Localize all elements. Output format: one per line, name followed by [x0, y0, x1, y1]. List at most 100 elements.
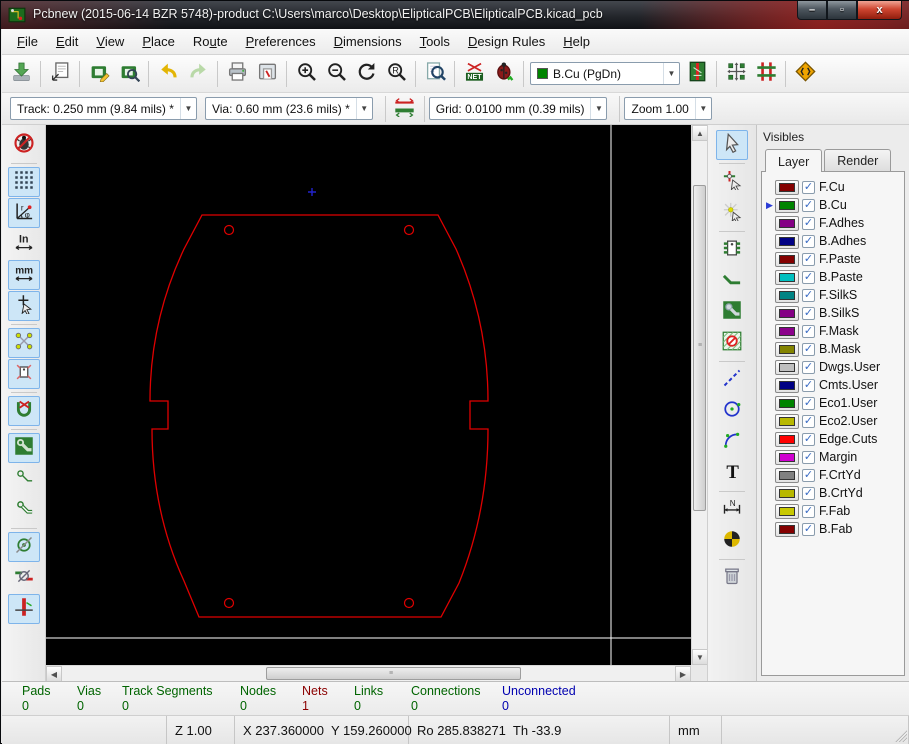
layer-visibility-checkbox[interactable]: ✓ — [802, 378, 815, 392]
horizontal-scrollbar[interactable]: ◀ ≡ ▶ — [46, 665, 691, 682]
layer-row-f-cu[interactable]: ✓ F.Cu — [764, 178, 904, 196]
tool-select[interactable] — [716, 130, 748, 160]
mode-footprint-button[interactable] — [721, 59, 751, 89]
zoom-in-button[interactable] — [291, 59, 321, 89]
netlist-button[interactable]: NET — [459, 59, 489, 89]
redo-button[interactable] — [183, 59, 213, 89]
undo-button[interactable] — [153, 59, 183, 89]
layer-color-button[interactable] — [775, 449, 799, 465]
resize-grip[interactable] — [895, 730, 907, 742]
tool-add-text[interactable]: T — [716, 458, 748, 488]
layer-row-b-crtyd[interactable]: ✓ B.CrtYd — [764, 484, 904, 502]
layer-color-button[interactable] — [775, 521, 799, 537]
layer-visibility-checkbox[interactable]: ✓ — [802, 324, 815, 338]
layer-color-button[interactable] — [775, 323, 799, 339]
menu-file[interactable]: File — [8, 31, 47, 52]
layer-color-button[interactable] — [775, 431, 799, 447]
layer-visibility-checkbox[interactable]: ✓ — [802, 198, 815, 212]
toggle-module-ratsnest[interactable] — [7, 359, 40, 389]
layer-select[interactable]: B.Cu (PgDn) ▼ — [530, 62, 680, 85]
units-inches[interactable]: In — [8, 229, 40, 259]
print-button[interactable] — [222, 59, 252, 89]
tool-add-track[interactable] — [716, 266, 748, 296]
layer-row-f-silks[interactable]: ✓ F.SilkS — [764, 286, 904, 304]
tool-add-arc[interactable] — [716, 427, 748, 457]
menu-edit[interactable]: Edit — [47, 31, 87, 52]
layer-visibility-checkbox[interactable]: ✓ — [802, 468, 815, 482]
pcb-canvas[interactable]: ▲ ≡ ▼ ◀ ≡ ▶ — [46, 125, 708, 682]
plot-button[interactable] — [252, 59, 282, 89]
minimize-button[interactable]: – — [797, 1, 827, 20]
layer-visibility-checkbox[interactable]: ✓ — [802, 432, 815, 446]
module-viewer-button[interactable] — [114, 59, 144, 89]
layer-color-button[interactable] — [775, 215, 799, 231]
tool-add-layer-target[interactable] — [716, 526, 748, 556]
scroll-right-arrow[interactable]: ▶ — [675, 666, 691, 682]
toggle-cursor-shape[interactable] — [7, 291, 40, 321]
tab-render[interactable]: Render — [824, 149, 892, 172]
tool-add-circle[interactable] — [716, 396, 748, 426]
layer-toggle-button[interactable] — [682, 59, 712, 89]
scroll-up-arrow[interactable]: ▲ — [692, 125, 708, 141]
layer-visibility-checkbox[interactable]: ✓ — [802, 486, 815, 500]
high-contrast-mode[interactable] — [8, 563, 40, 593]
track-width-select[interactable]: Track: 0.250 mm (9.84 mils) * ▼ — [10, 97, 197, 120]
layer-row-edge-cuts[interactable]: ✓ Edge.Cuts — [764, 430, 904, 448]
layer-color-button[interactable] — [775, 503, 799, 519]
layer-row-margin[interactable]: ✓ Margin — [764, 448, 904, 466]
toggle-layers-manager[interactable] — [7, 594, 40, 624]
layer-row-b-adhes[interactable]: ✓ B.Adhes — [764, 232, 904, 250]
redraw-button[interactable] — [351, 59, 381, 89]
layer-visibility-checkbox[interactable]: ✓ — [802, 450, 815, 464]
tool-add-dimension[interactable]: N — [716, 495, 748, 525]
layer-color-button[interactable] — [775, 359, 799, 375]
layer-color-button[interactable] — [775, 413, 799, 429]
menu-design-rules[interactable]: Design Rules — [459, 31, 554, 52]
drc-button[interactable] — [489, 59, 519, 89]
layer-visibility-checkbox[interactable]: ✓ — [802, 306, 815, 320]
layer-row-b-mask[interactable]: ✓ B.Mask — [764, 340, 904, 358]
zones-outline-mode[interactable] — [8, 495, 40, 525]
tool-add-zone[interactable] — [716, 297, 748, 327]
toggle-auto-track-delete[interactable] — [7, 396, 40, 426]
toggle-drc-off[interactable] — [8, 130, 40, 160]
scroll-left-arrow[interactable]: ◀ — [46, 666, 62, 682]
microwave-button[interactable] — [790, 59, 820, 89]
find-button[interactable] — [420, 59, 450, 89]
layer-color-button[interactable] — [775, 467, 799, 483]
layer-visibility-checkbox[interactable]: ✓ — [802, 342, 815, 356]
toggle-ratsnest[interactable] — [7, 328, 40, 358]
tool-add-keepout[interactable] — [716, 328, 748, 358]
menu-route[interactable]: Route — [184, 31, 237, 52]
layer-row-dwgs-user[interactable]: ✓ Dwgs.User — [764, 358, 904, 376]
units-mm[interactable]: mm — [7, 260, 40, 290]
mode-track-button[interactable] — [751, 59, 781, 89]
layer-visibility-checkbox[interactable]: ✓ — [802, 288, 815, 302]
vertical-scroll-thumb[interactable]: ≡ — [693, 185, 706, 511]
zones-unfilled-mode[interactable] — [8, 464, 40, 494]
menu-dimensions[interactable]: Dimensions — [325, 31, 411, 52]
menu-view[interactable]: View — [87, 31, 133, 52]
scroll-down-arrow[interactable]: ▼ — [692, 649, 708, 665]
module-editor-button[interactable] — [84, 59, 114, 89]
menu-place[interactable]: Place — [133, 31, 184, 52]
layer-color-button[interactable] — [775, 287, 799, 303]
close-button[interactable]: x — [857, 1, 902, 20]
zoom-select[interactable]: Zoom 1.00 ▼ — [624, 97, 712, 120]
layer-row-eco2-user[interactable]: ✓ Eco2.User — [764, 412, 904, 430]
zones-filled-mode[interactable] — [7, 433, 40, 463]
layer-color-button[interactable] — [775, 233, 799, 249]
layer-visibility-checkbox[interactable]: ✓ — [802, 216, 815, 230]
layer-color-button[interactable] — [775, 269, 799, 285]
grid-select[interactable]: Grid: 0.0100 mm (0.39 mils) ▼ — [428, 97, 608, 120]
layer-visibility-checkbox[interactable]: ✓ — [802, 234, 815, 248]
layer-visibility-checkbox[interactable]: ✓ — [802, 252, 815, 266]
layer-row-f-mask[interactable]: ✓ F.Mask — [764, 322, 904, 340]
layer-color-button[interactable] — [775, 377, 799, 393]
layer-row-f-fab[interactable]: ✓ F.Fab — [764, 502, 904, 520]
layer-visibility-checkbox[interactable]: ✓ — [802, 270, 815, 284]
layer-color-button[interactable] — [775, 485, 799, 501]
toggle-polar-coords[interactable]: φr — [7, 198, 40, 228]
layer-row-f-adhes[interactable]: ✓ F.Adhes — [764, 214, 904, 232]
tool-highlight-net[interactable] — [716, 167, 748, 197]
